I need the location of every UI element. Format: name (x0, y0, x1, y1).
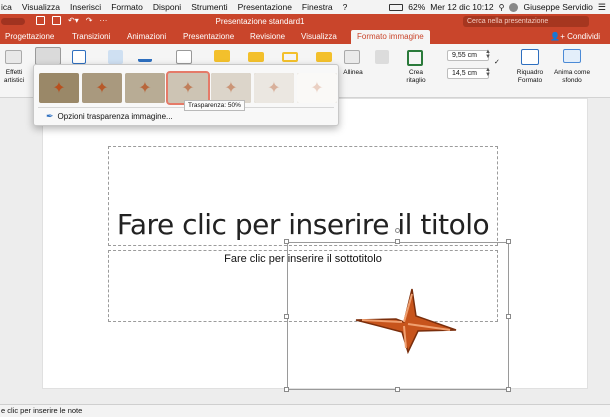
transparency-preset-0[interactable]: ✦ (39, 73, 79, 103)
search-presentation-input[interactable]: Cerca nella presentazione (463, 16, 589, 27)
resize-handle-tr[interactable] (506, 239, 511, 244)
shape-yellow-icon-2[interactable] (248, 52, 264, 62)
more-icon[interactable]: ··· (99, 16, 107, 25)
height-field[interactable]: 9,55 cm (447, 50, 489, 61)
tab-formato-immagine[interactable]: Formato immagine (351, 30, 430, 44)
battery-icon[interactable] (389, 3, 404, 11)
menu-help[interactable]: ? (338, 2, 353, 12)
resize-handle-left[interactable] (284, 314, 289, 319)
share-button[interactable]: 👤+ Condividi (550, 32, 600, 41)
menu-finestra[interactable]: Finestra (297, 2, 338, 12)
image-layout-icon[interactable] (176, 50, 192, 64)
ribbon-tabs: Progettazione Transizioni Animazioni Pre… (0, 29, 610, 44)
allinea-label[interactable]: Allinea (338, 69, 368, 77)
undo-icon[interactable]: ↶▾ (68, 16, 79, 25)
height-stepper[interactable]: ▲ ▼ (485, 49, 491, 61)
transparency-button[interactable] (35, 47, 61, 65)
transparency-preset-4[interactable]: ✦ (211, 73, 251, 103)
brush-icon: ✒ (46, 111, 54, 121)
format-pane-icon[interactable] (521, 49, 539, 65)
window-title: Presentazione standard1 (215, 17, 305, 26)
menu-icon[interactable]: ☰ (598, 2, 606, 13)
shape-yellow-icon-3[interactable] (282, 52, 298, 62)
sidebar-toggle-icon[interactable] (36, 16, 45, 25)
rotate-icon[interactable] (375, 50, 389, 64)
tab-visualizza[interactable]: Visualizza (301, 32, 337, 41)
window-titlebar: ↶▾ ↷ ··· Presentazione standard1 Cerca n… (0, 14, 610, 29)
resize-handle-right[interactable] (506, 314, 511, 319)
transparency-tooltip: Trasparenza: 50% (184, 100, 245, 111)
menu-visualizza[interactable]: Visualizza (17, 2, 65, 12)
lock-ratio-checkbox[interactable]: ✓ (494, 59, 502, 67)
rotate-handle[interactable] (395, 228, 400, 233)
resize-handle-bottom[interactable] (395, 387, 400, 392)
user-avatar-icon[interactable] (509, 2, 519, 12)
transparency-preset-1[interactable]: ✦ (82, 73, 122, 103)
compress-icon[interactable] (72, 50, 86, 64)
transparency-options-item[interactable]: ✒ Opzioni trasparenza immagine... (46, 111, 173, 122)
tab-progettazione[interactable]: Progettazione (5, 32, 54, 41)
crop-icon[interactable] (407, 50, 423, 66)
menu-formato[interactable]: Formato (106, 2, 148, 12)
align-icon[interactable] (344, 50, 360, 64)
mac-menubar: ica Visualizza Inserisci Formato Disponi… (0, 0, 610, 14)
pen-color-icon[interactable] (138, 50, 152, 62)
menu-strumenti[interactable]: Strumenti (186, 2, 232, 12)
battery-percent: 62% (408, 2, 426, 12)
resize-handle-bl[interactable] (284, 387, 289, 392)
window-controls[interactable] (1, 18, 25, 25)
resize-handle-br[interactable] (506, 387, 511, 392)
save-icon[interactable] (52, 16, 61, 25)
user-name[interactable]: Giuseppe Servidio (523, 2, 592, 12)
shape-yellow-icon-4[interactable] (316, 52, 332, 62)
effects-icon[interactable] (5, 50, 22, 64)
redo-icon[interactable]: ↷ (86, 16, 93, 25)
clock[interactable]: Mer 12 dic 10:12 (430, 2, 493, 12)
tab-revisione[interactable]: Revisione (250, 32, 285, 41)
riquadro-formato-label[interactable]: Riquadro Formato (509, 69, 551, 85)
notes-pane[interactable]: e clic per inserire le note (0, 404, 610, 417)
tab-presentazione[interactable]: Presentazione (183, 32, 234, 41)
share-label: Condividi (567, 32, 600, 41)
animate-background-icon[interactable] (563, 49, 581, 63)
slide-title[interactable]: Fare clic per inserire il titolo (108, 208, 498, 241)
menu-disponi[interactable]: Disponi (148, 2, 186, 12)
transparency-options-label: Opzioni trasparenza immagine... (57, 112, 173, 121)
resize-handle-top[interactable] (395, 239, 400, 244)
transparency-preset-5[interactable]: ✦ (254, 73, 294, 103)
anima-sfondo-label[interactable]: Anima come sfondo (552, 69, 592, 85)
crea-ritaglio-label[interactable]: Crea ritaglio (400, 69, 432, 85)
paint-icon[interactable] (108, 50, 123, 64)
share-icon: 👤+ (550, 32, 568, 41)
width-field[interactable]: 14,5 cm (447, 68, 489, 79)
tab-animazioni[interactable]: Animazioni (127, 32, 166, 41)
transparency-preset-3[interactable]: ✦ (166, 71, 210, 105)
transparency-preset-2[interactable]: ✦ (125, 73, 165, 103)
menu-presentazione[interactable]: Presentazione (233, 2, 297, 12)
effetti-artistici-label[interactable]: Effetti artistici (0, 69, 28, 85)
menu-app[interactable]: ica (0, 2, 17, 12)
menu-inserisci[interactable]: Inserisci (65, 2, 106, 12)
resize-handle-tl[interactable] (284, 239, 289, 244)
starfish-image[interactable] (352, 284, 464, 356)
shape-yellow-icon[interactable] (214, 50, 230, 62)
transparency-preset-6[interactable]: ✦ (297, 73, 337, 103)
transparency-gallery: ✦ ✦ ✦ ✦ ✦ ✦ ✦ ✒ Opzioni trasparenza immagine..… (33, 64, 339, 126)
search-icon[interactable]: ⚲ (499, 3, 505, 12)
tab-transizioni[interactable]: Transizioni (72, 32, 110, 41)
width-stepper[interactable]: ▲ ▼ (485, 67, 491, 79)
